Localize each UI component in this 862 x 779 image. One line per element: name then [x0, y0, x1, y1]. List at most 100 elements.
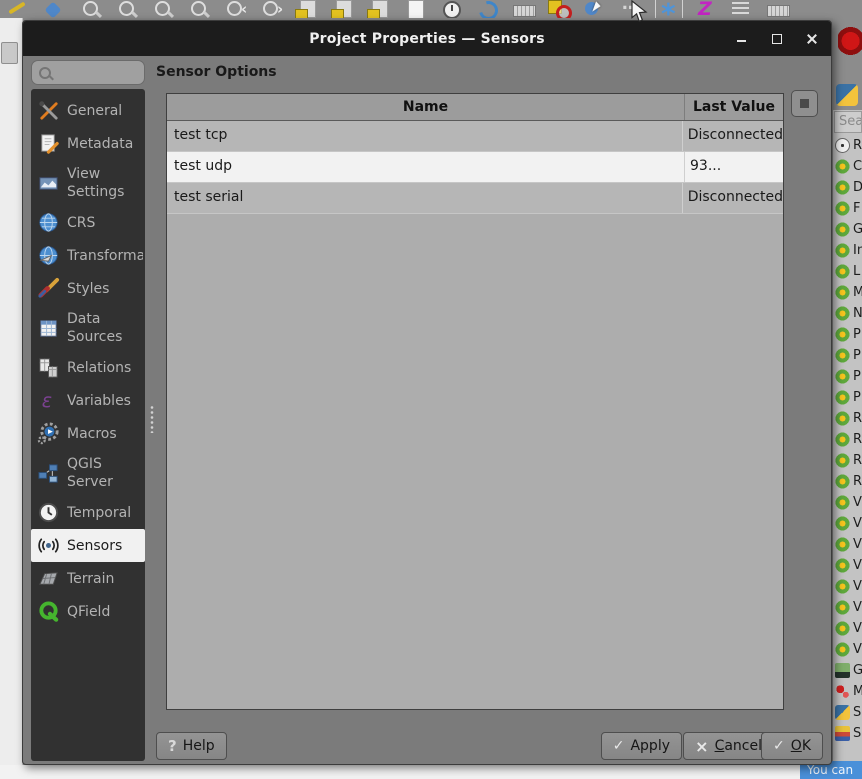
browser-row[interactable]: N [833, 303, 862, 324]
refresh-icon[interactable] [475, 0, 501, 18]
sidebar-item-relations[interactable]: Relations [31, 351, 145, 384]
sensor-stop-button[interactable] [791, 90, 818, 117]
minimize-icon[interactable] [735, 32, 749, 46]
browser-row[interactable]: M [833, 282, 862, 303]
search-input[interactable] [56, 62, 144, 85]
browser-row[interactable]: M [833, 681, 862, 702]
layer-list-icon[interactable] [729, 0, 755, 18]
sidebar-item-label: Temporal [67, 504, 132, 521]
sidebar-item-temporal[interactable]: Temporal [31, 496, 145, 529]
sidebar-item-metadata[interactable]: Metadata [31, 127, 145, 160]
snowflake-icon[interactable] [655, 0, 683, 18]
sidebar-item-general[interactable]: General [31, 94, 145, 127]
table-row[interactable]: test tcp Disconnected [167, 121, 783, 152]
q-icon [835, 306, 850, 321]
column-header-last-value[interactable]: Last Value [685, 94, 783, 120]
browser-row[interactable]: In [833, 240, 862, 261]
browser-row[interactable]: V [833, 639, 862, 660]
browser-row[interactable]: R [833, 471, 862, 492]
document-icon[interactable] [403, 0, 429, 18]
maximize-icon[interactable] [770, 32, 784, 46]
browser-row[interactable]: F [833, 198, 862, 219]
new-view-icon[interactable] [295, 0, 321, 18]
browser-row[interactable]: G [833, 660, 862, 681]
browser-row[interactable]: S [833, 723, 862, 744]
help-button[interactable]: ? Help [156, 732, 227, 760]
browser-row[interactable]: L [833, 261, 862, 282]
sidebar-item-transformations[interactable]: Transforma [31, 239, 145, 272]
apply-button[interactable]: ✓ Apply [600, 732, 682, 760]
browser-row[interactable]: V [833, 534, 862, 555]
ruler-icon[interactable] [765, 0, 791, 18]
browser-row[interactable]: V [833, 555, 862, 576]
browser-row-label: P [853, 327, 861, 342]
browser-row[interactable]: P [833, 324, 862, 345]
new-view-icon[interactable] [367, 0, 393, 18]
browser-search-input[interactable]: Sea [834, 111, 862, 133]
sensor-last-value-cell[interactable]: Disconnected [683, 183, 783, 213]
table-row[interactable]: test serial Disconnected [167, 183, 783, 214]
table-row[interactable]: test udp 93... [167, 152, 783, 183]
measure-icon[interactable] [511, 0, 537, 18]
pointer-icon[interactable] [583, 0, 609, 18]
browser-row-label: G [853, 663, 862, 678]
magnifier-icon[interactable] [151, 0, 177, 18]
view-settings-icon [39, 176, 58, 190]
red-icon [838, 24, 862, 58]
magnifier-icon[interactable] [187, 0, 213, 18]
browser-row[interactable]: V [833, 576, 862, 597]
pen-icon[interactable] [7, 0, 33, 18]
browser-row[interactable]: G [833, 219, 862, 240]
sensor-name-cell[interactable]: test serial [167, 183, 683, 213]
tools-icon [39, 101, 58, 120]
browser-row[interactable]: P [833, 345, 862, 366]
edits-disabled-icon[interactable] [547, 0, 573, 18]
close-icon[interactable] [805, 32, 819, 46]
sidebar-item-qgis-server[interactable]: QGIS Server [31, 450, 145, 496]
browser-row-label: V [853, 600, 862, 615]
python-icon[interactable] [836, 84, 858, 106]
browser-row[interactable]: R [833, 408, 862, 429]
sensor-name-cell[interactable]: test tcp [167, 121, 683, 151]
sensor-last-value-cell[interactable]: Disconnected [683, 121, 783, 151]
zoom-previous-icon[interactable] [223, 0, 249, 18]
new-view-icon[interactable] [331, 0, 357, 18]
dialog-titlebar[interactable]: Project Properties — Sensors [23, 21, 831, 56]
browser-row[interactable]: S [833, 702, 862, 723]
browser-row[interactable]: R [833, 135, 862, 156]
browser-row[interactable]: V [833, 513, 862, 534]
panel-splitter[interactable] [149, 405, 155, 433]
modify-icon[interactable] [43, 0, 69, 18]
sidebar-item-macros[interactable]: Macros [31, 417, 145, 450]
clock-icon[interactable] [439, 0, 465, 18]
magnifier-icon[interactable] [79, 0, 105, 18]
browser-row[interactable]: C [833, 156, 862, 177]
ok-button[interactable]: ✓ OK [761, 732, 823, 760]
sensor-last-value-cell[interactable]: 93... [685, 152, 783, 182]
sidebar-item-crs[interactable]: CRS [31, 206, 145, 239]
browser-row[interactable]: V [833, 492, 862, 513]
browser-row[interactable]: R [833, 429, 862, 450]
sensor-name-cell[interactable]: test udp [167, 152, 685, 182]
gear-play-icon [37, 422, 59, 445]
browser-row[interactable]: P [833, 387, 862, 408]
column-header-name[interactable]: Name [167, 94, 685, 120]
z-symbol-icon[interactable] [693, 0, 719, 18]
browser-row[interactable]: P [833, 366, 862, 387]
sidebar-search[interactable] [31, 60, 145, 85]
browser-row[interactable]: R [833, 450, 862, 471]
sidebar-item-styles[interactable]: Styles [31, 272, 145, 305]
zoom-next-icon[interactable] [259, 0, 285, 18]
q-icon [835, 621, 850, 636]
browser-row[interactable]: V [833, 618, 862, 639]
browser-row[interactable]: D [833, 177, 862, 198]
sidebar-item-qfield[interactable]: QField [31, 595, 145, 628]
sidebar-item-view-settings[interactable]: View Settings [31, 160, 145, 206]
sidebar-item-data-sources[interactable]: Data Sources [31, 305, 145, 351]
sidebar-item-sensors[interactable]: Sensors [31, 529, 145, 562]
svg-text:ε: ε [42, 389, 52, 412]
magnifier-icon[interactable] [115, 0, 141, 18]
sidebar-item-terrain[interactable]: Terrain [31, 562, 145, 595]
sidebar-item-variables[interactable]: ε Variables [31, 384, 145, 417]
browser-row[interactable]: V [833, 597, 862, 618]
